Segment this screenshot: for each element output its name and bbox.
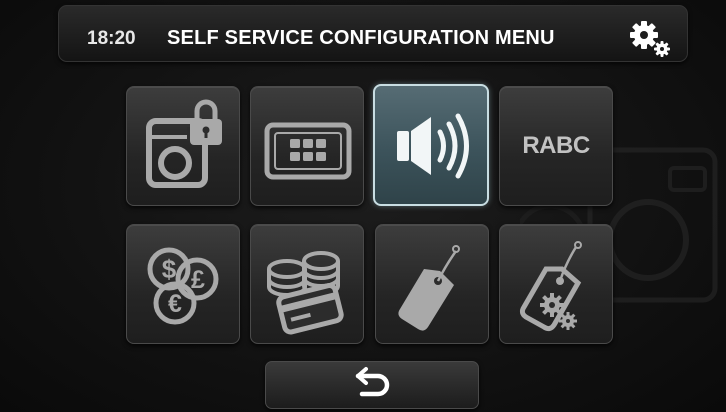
speaker-icon [397,113,469,179]
svg-text:$: $ [162,254,177,284]
keypad-icon [264,122,352,180]
back-arrow-icon [355,367,390,397]
machine-lock-icon [146,99,222,188]
rabc-label: RABC [522,132,590,159]
currency-tile[interactable]: $ £ € [126,224,240,344]
currency-icon: $ £ € [147,247,219,325]
machine-lock-tile[interactable] [126,86,240,206]
coins-card-tile[interactable] [250,224,364,344]
page-title: SELF SERVICE CONFIGURATION MENU [167,27,555,49]
price-tag-icon [398,245,460,331]
rabc-tile[interactable]: RABC [499,86,613,206]
tag-settings-tile[interactable] [499,224,613,344]
keypad-tile[interactable] [250,86,364,206]
svg-text:€: € [168,290,182,318]
gears-icon[interactable] [627,18,673,58]
sound-tile[interactable] [373,84,489,206]
clock: 18:20 [87,28,136,49]
svg-text:£: £ [191,266,205,294]
tag-gears-icon [519,241,582,332]
price-tag-tile[interactable] [375,224,489,344]
header-bar: 18:20 SELF SERVICE CONFIGURATION MENU [58,5,688,62]
coins-card-icon [267,251,344,335]
back-button[interactable] [265,361,479,409]
screen: 18:20 SELF SERVICE CONFIGURATION MENU RA… [0,0,726,412]
